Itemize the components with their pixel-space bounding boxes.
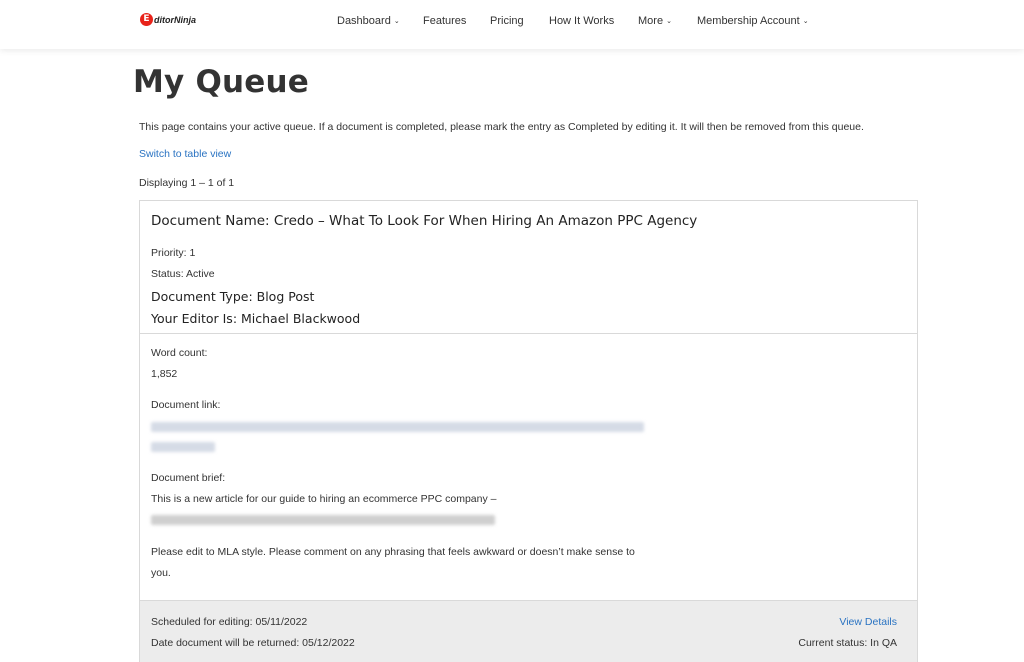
chevron-down-icon: ⌄ <box>666 18 672 25</box>
chevron-down-icon: ⌄ <box>802 18 809 25</box>
document-brief-label: Document brief: <box>151 472 226 484</box>
entry-summary: Document Name: Credo – What To Look For … <box>140 201 917 334</box>
document-link-redacted-cont[interactable] <box>151 442 215 452</box>
word-count-value: 1,852 <box>151 368 178 380</box>
entry-footer: Scheduled for editing: 05/11/2022 Date d… <box>140 600 917 662</box>
intro-text: This page contains your active queue. If… <box>139 121 864 133</box>
document-name: Document Name: Credo – What To Look For … <box>151 213 698 229</box>
pagination-summary: Displaying 1 – 1 of 1 <box>139 177 235 189</box>
document-type: Document Type: Blog Post <box>151 289 315 304</box>
queue-entry-card: Document Name: Credo – What To Look For … <box>139 200 918 662</box>
current-status: Current status: In QA <box>798 637 897 649</box>
document-link-redacted[interactable] <box>151 422 644 432</box>
word-count-label: Word count: <box>151 347 208 359</box>
document-link-label: Document link: <box>151 399 221 411</box>
status: Status: Active <box>151 268 215 280</box>
return-date: Date document will be returned: 05/12/20… <box>151 637 355 649</box>
scheduled-date: Scheduled for editing: 05/11/2022 <box>151 616 308 628</box>
editorninja-logo[interactable]: E ditorNinja <box>140 13 196 26</box>
editor-name: Your Editor Is: Michael Blackwood <box>151 311 361 326</box>
nav-how-it-works[interactable]: How It Works <box>549 15 614 27</box>
brief-instructions: Please edit to MLA style. Please comment… <box>151 546 635 558</box>
brief-link-redacted <box>151 515 495 525</box>
nav-dashboard[interactable]: Dashboard ⌄ <box>337 15 400 27</box>
nav-membership-account[interactable]: Membership Account ⌄ <box>697 15 809 27</box>
logo-mark-icon: E <box>140 13 153 26</box>
switch-to-table-view-link[interactable]: Switch to table view <box>139 148 231 160</box>
view-details-link[interactable]: View Details <box>839 616 897 628</box>
chevron-down-icon: ⌄ <box>393 18 400 25</box>
nav-features[interactable]: Features <box>423 15 466 27</box>
priority: Priority: 1 <box>151 247 196 259</box>
nav-more[interactable]: More ⌄ <box>638 15 672 27</box>
nav-pricing[interactable]: Pricing <box>490 15 524 27</box>
brief-text-line: This is a new article for our guide to h… <box>151 493 497 505</box>
page-title: My Queue <box>133 64 309 100</box>
site-header: E ditorNinja Dashboard ⌄ Features Pricing… <box>0 0 1024 49</box>
logo-text: ditorNinja <box>154 14 196 25</box>
brief-instructions-cont: you. <box>151 567 171 579</box>
